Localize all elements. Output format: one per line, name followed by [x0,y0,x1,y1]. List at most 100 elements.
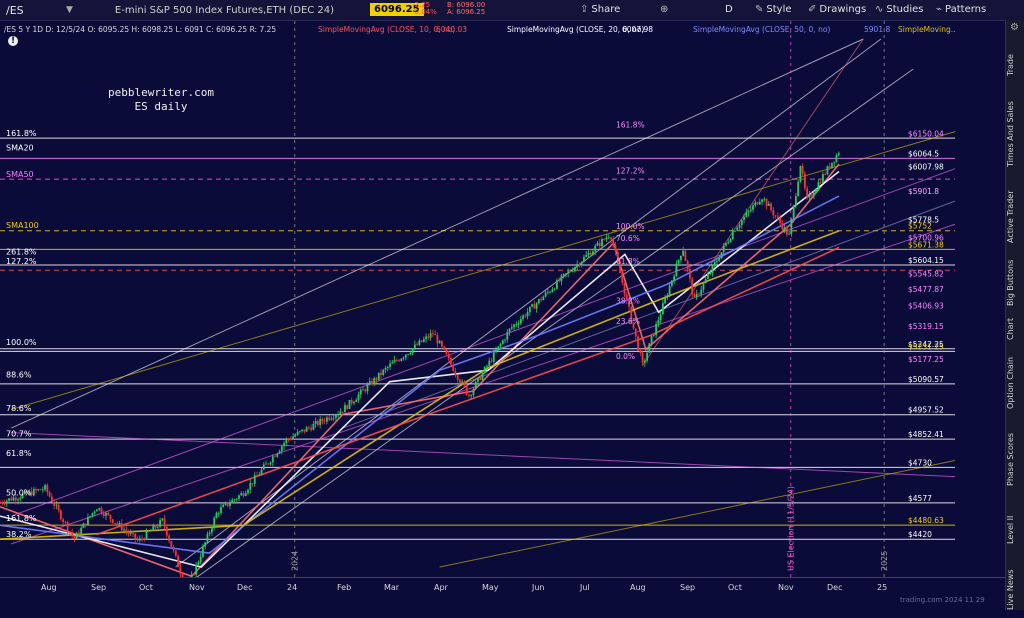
candle-body [754,202,757,206]
x-tick-label-3: Nov [189,583,205,592]
candle-body [136,539,139,541]
tab-big-buttons[interactable]: Big Buttons [1006,259,1024,307]
candle-body [524,315,527,317]
candle-body [571,271,574,272]
tab-phase-scores[interactable]: Phase Scores [1006,419,1024,499]
candle-body [127,531,130,534]
drawings-label: Drawings [819,4,867,15]
share-label: Share [591,4,621,15]
fib-left-label-7: 88.6% [6,370,32,379]
candle-body [409,352,412,355]
candle-body [294,435,297,437]
info-icon[interactable]: ! [8,36,18,46]
candle-body [650,336,653,344]
candle-body [321,418,324,422]
candle-body [456,374,459,380]
ma-sma10 [0,163,840,577]
candle-body [98,508,101,510]
candle-body [729,239,732,243]
candle-body [562,273,565,276]
candle-body [199,556,202,562]
candle-body [634,328,637,337]
chevron-down-icon[interactable]: ▼ [66,5,73,15]
candle-body [348,399,351,409]
studies-button[interactable]: ∿ Studies [875,4,924,15]
candle-body [129,533,132,534]
x-tick-label-0: Aug [41,583,57,592]
aggregation-d-button[interactable]: D [725,4,733,15]
timeframe-button[interactable]: ⊕ [660,4,671,15]
candle-body [32,489,35,496]
candle-body [177,555,180,568]
candle-body [443,346,446,350]
level-label-3: $5901.8 [908,187,939,196]
level-label-21: $4480.63 [908,516,944,525]
candle-body [501,340,504,344]
quote-readout: /ES 5 Y 1D D: 12/5/24 O: 6095.25 H: 6098… [4,25,276,34]
candle-body [544,292,547,297]
tab-active-trader[interactable]: Active Trader [1006,179,1024,255]
candle-body [344,405,346,413]
candle-body [359,389,362,395]
candle-body [738,224,741,228]
bottom-watermark: trading.com 2024 11 29 [900,596,985,604]
tab-trade[interactable]: Trade [1006,38,1024,92]
candle-body [463,381,466,387]
candle-body [589,252,592,255]
x-tick-label-14: Oct [728,583,742,592]
style-icon: ✎ [755,4,764,15]
price-axis[interactable] [955,21,1005,577]
drawings-button[interactable]: ✐ Drawings [808,4,866,15]
x-tick-label-7: Mar [384,583,400,592]
candle-body [815,189,818,193]
fib-inner-label-0: 161.8% [616,120,645,129]
candle-body [145,531,148,540]
candle-body [326,417,328,422]
ma-sma100 [0,230,840,540]
time-axis[interactable]: Aug Sep Oct Nov Dec 24 Feb Mar Apr May Jun Jul Aug Se… [0,577,1005,611]
candle-body [5,500,8,504]
candle-body [224,502,227,505]
candle-body [258,474,261,476]
candle-body [713,262,716,266]
candle-body [596,242,599,246]
candle-body [565,273,567,275]
candle-body [78,532,80,535]
candle-body [53,501,56,506]
candle-body [418,340,421,346]
tab-times-and-sales[interactable]: Times And Sales [1006,94,1024,174]
share-button[interactable]: ⇪ Share [580,4,620,15]
tab-level-ii[interactable]: Level II [1006,504,1024,556]
candle-body [93,511,96,513]
candle-body [709,272,712,275]
x-tick-label-8: Apr [434,583,448,592]
candle-body [68,531,71,533]
tab-chart[interactable]: Chart [1006,309,1024,349]
symbol-input[interactable]: /ES [6,4,66,17]
sma50-label: SimpleMovingAvg (CLOSE, 50, 0, no) [693,25,830,34]
candle-body [87,516,89,526]
fib-inner-label-4: 61.8% [616,257,640,266]
patterns-button[interactable]: ⌁ Patterns [936,4,986,15]
candle-body [215,513,218,519]
fib-left-label-5: 127.2% [6,257,37,266]
candle-body [0,502,1,503]
x-tick-label-17: 25 [877,583,888,592]
candle-body [229,503,231,506]
candle-body [66,522,69,532]
candle-body [48,492,51,497]
candle-body [740,220,743,225]
fib-left-label-3: SMA100 [6,221,39,230]
candle-body [445,349,448,355]
candle-body [96,509,98,512]
x-tick-label-5: 24 [287,583,298,592]
style-button[interactable]: ✎ Style [755,4,792,15]
candle-body [174,550,177,556]
candle-body [114,523,116,524]
candle-body [84,523,87,526]
candle-body [819,182,822,184]
candle-body [677,259,680,264]
drawings-icon: ✐ [808,4,817,15]
gear-icon[interactable]: ⚙ [1010,22,1019,33]
tab-option-chain[interactable]: Option Chain [1006,352,1024,414]
